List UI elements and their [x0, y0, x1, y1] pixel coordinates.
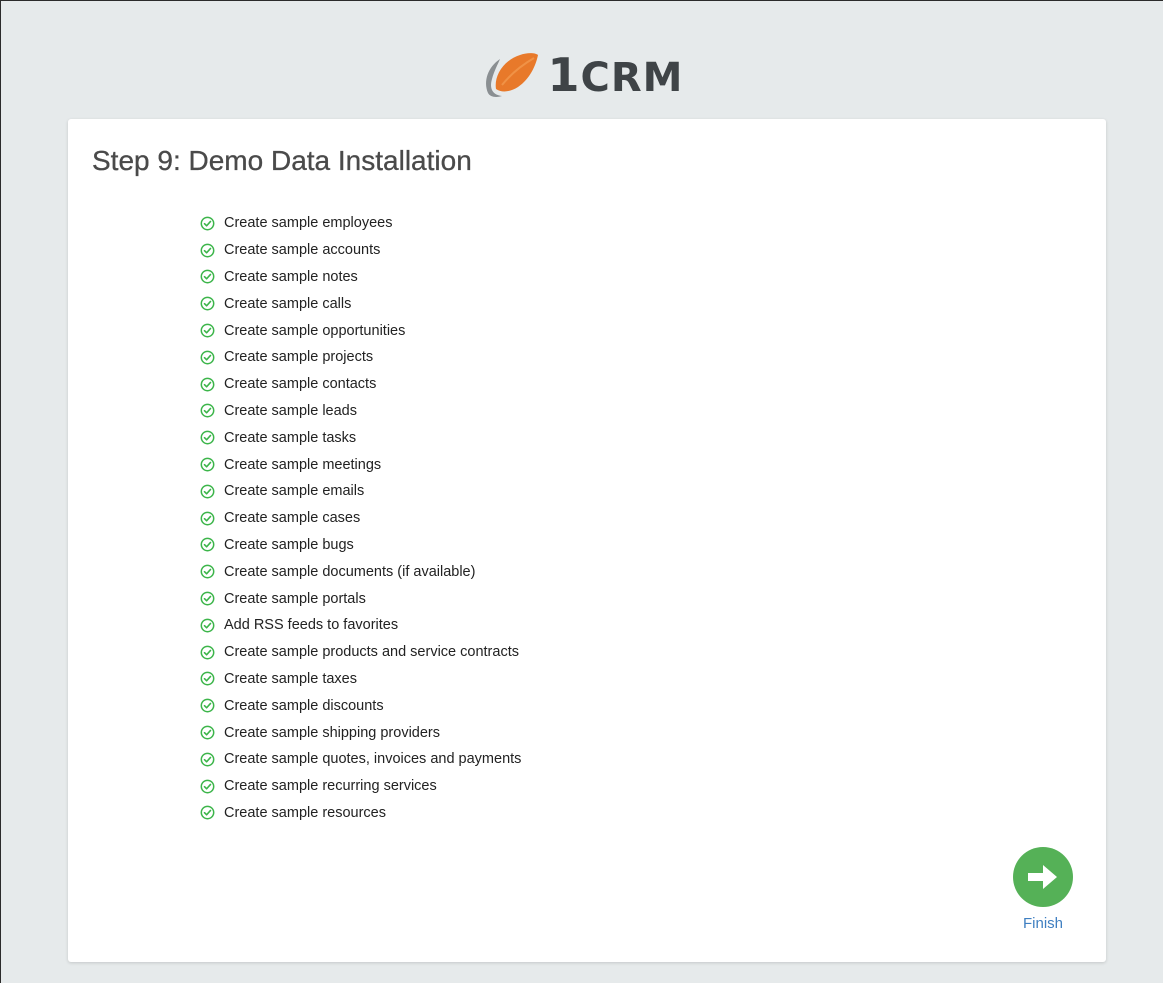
- task-item: Create sample employees: [200, 210, 521, 237]
- task-item: Create sample documents (if available): [200, 558, 521, 585]
- check-circle-icon: [200, 564, 215, 579]
- task-label: Create sample documents (if available): [224, 563, 476, 580]
- task-label: Create sample discounts: [224, 697, 384, 714]
- task-item: Create sample calls: [200, 290, 521, 317]
- check-circle-icon: [200, 511, 215, 526]
- logo-text: 1CRM: [548, 52, 684, 98]
- task-item: Create sample cases: [200, 505, 521, 532]
- task-item: Create sample accounts: [200, 237, 521, 264]
- check-circle-icon: [200, 216, 215, 231]
- task-label: Create sample projects: [224, 349, 374, 366]
- check-circle-icon: [200, 484, 215, 499]
- task-label: Create sample cases: [224, 510, 361, 527]
- check-circle-icon: [200, 538, 215, 552]
- check-circle-icon: [200, 430, 215, 445]
- task-item: Create sample emails: [200, 478, 521, 505]
- check-circle-icon: [200, 805, 215, 820]
- check-circle-icon: [200, 270, 215, 284]
- task-label: Create sample tasks: [224, 429, 357, 446]
- task-label: Create sample recurring services: [224, 778, 437, 795]
- task-label: Create sample accounts: [224, 242, 381, 259]
- check-circle-icon: [200, 243, 215, 258]
- task-label: Create sample bugs: [224, 536, 354, 553]
- check-circle-icon: [200, 377, 215, 392]
- page-title: Step 9: Demo Data Installation: [92, 145, 472, 176]
- task-label: Create sample contacts: [224, 376, 377, 393]
- task-item: Create sample bugs: [200, 532, 521, 559]
- task-label: Create sample portals: [224, 590, 366, 607]
- task-item: Create sample quotes, invoices and payme…: [200, 746, 521, 773]
- check-circle-icon: [200, 618, 215, 633]
- task-item: Create sample tasks: [200, 424, 521, 451]
- check-circle-icon: [200, 779, 215, 794]
- task-label: Create sample quotes, invoices and payme…: [224, 751, 522, 768]
- task-label: Create sample employees: [224, 215, 393, 232]
- check-circle-icon: [200, 672, 215, 686]
- task-label: Create sample shipping providers: [224, 724, 440, 741]
- check-circle-icon: [200, 296, 215, 311]
- task-item: Create sample taxes: [200, 666, 521, 693]
- task-item: Create sample leads: [200, 398, 521, 425]
- task-item: Create sample notes: [200, 264, 521, 291]
- task-item: Create sample projects: [200, 344, 521, 371]
- task-item: Create sample shipping providers: [200, 719, 521, 746]
- task-label: Create sample taxes: [224, 670, 357, 687]
- logo: 1CRM: [0, 40, 1163, 110]
- finish-label[interactable]: Finish: [1023, 915, 1063, 932]
- check-circle-icon: [200, 725, 215, 740]
- logo-number: 1: [547, 48, 581, 102]
- task-item: Create sample resources: [200, 800, 521, 827]
- check-circle-icon: [200, 591, 215, 606]
- finish-button[interactable]: Finish: [1008, 847, 1078, 932]
- task-label: Create sample meetings: [224, 456, 382, 473]
- task-item: Create sample recurring services: [200, 773, 521, 800]
- check-circle-icon: [200, 698, 215, 713]
- task-label: Create sample opportunities: [224, 322, 406, 339]
- task-label: Create sample emails: [224, 483, 365, 500]
- task-item: Create sample products and service contr…: [200, 639, 521, 666]
- finish-circle[interactable]: [1013, 847, 1073, 907]
- task-item: Create sample meetings: [200, 451, 521, 478]
- check-circle-icon: [200, 457, 215, 472]
- logo-leaf-icon: [485, 53, 538, 97]
- task-item: Add RSS feeds to favorites: [200, 612, 521, 639]
- task-label: Create sample products and service contr…: [224, 644, 519, 661]
- logo-wordmark: CRM: [580, 55, 684, 101]
- task-label: Create sample notes: [224, 268, 358, 285]
- check-circle-icon: [200, 752, 215, 767]
- arrow-right-icon: [1028, 865, 1057, 889]
- check-circle-icon: [200, 645, 215, 660]
- check-circle-icon: [200, 350, 215, 365]
- task-label: Create sample leads: [224, 402, 357, 419]
- task-label: Create sample resources: [224, 804, 386, 821]
- install-card: Step 9: Demo Data Installation Create sa…: [68, 119, 1106, 962]
- task-item: Create sample discounts: [200, 692, 521, 719]
- task-label: Create sample calls: [224, 295, 352, 312]
- check-circle-icon: [200, 323, 215, 338]
- task-item: Create sample opportunities: [200, 317, 521, 344]
- task-item: Create sample contacts: [200, 371, 521, 398]
- task-item: Create sample portals: [200, 585, 521, 612]
- task-list: Create sample employees Create sample acc…: [200, 210, 521, 826]
- check-circle-icon: [200, 404, 215, 418]
- task-label: Add RSS feeds to favorites: [224, 617, 399, 634]
